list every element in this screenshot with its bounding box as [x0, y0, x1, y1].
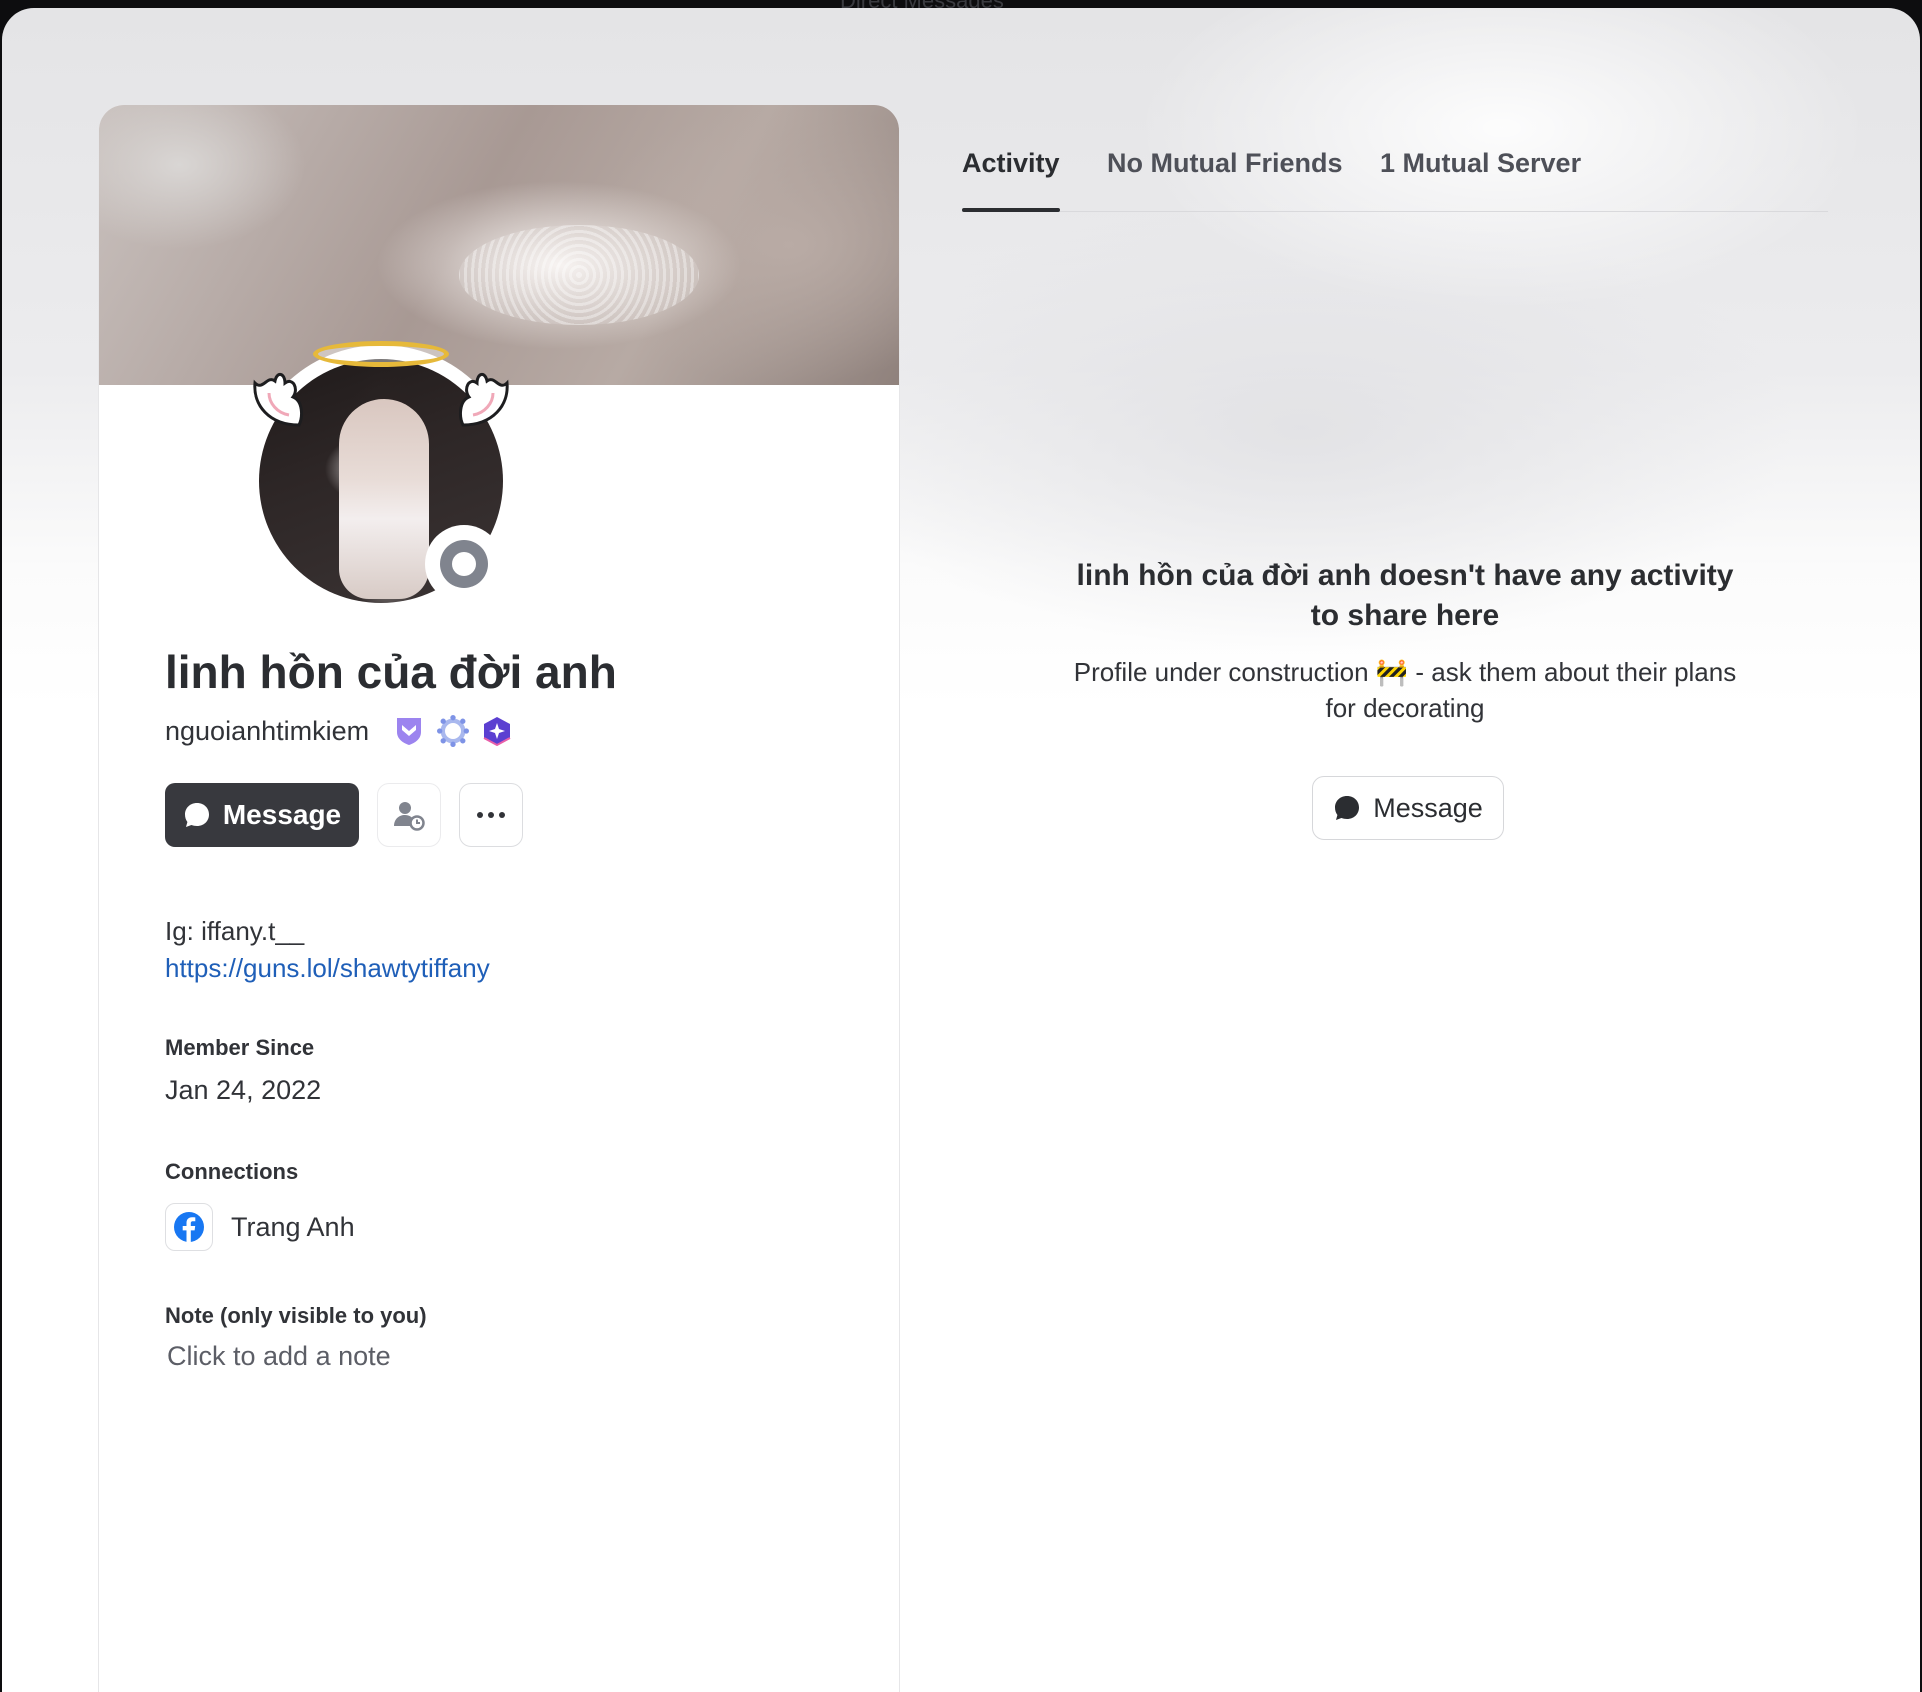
tab-mutual-friends[interactable]: No Mutual Friends — [1107, 148, 1343, 212]
display-name: linh hồn của đời anh — [165, 646, 617, 698]
chat-bubble-icon — [1335, 796, 1360, 820]
profile-card: linh hồn của đời anh nguoianhtimkiem Mes… — [98, 104, 900, 1692]
connections-label: Connections — [165, 1159, 299, 1184]
offline-status-icon — [440, 540, 488, 588]
bio-link[interactable]: https://guns.lol/shawtytiffany — [165, 950, 490, 987]
avatar-container[interactable] — [245, 341, 517, 617]
wing-left-icon — [253, 373, 303, 427]
username-row: nguoianhtimkiem — [165, 711, 513, 751]
wing-right-icon — [459, 373, 509, 427]
more-options-button[interactable] — [459, 783, 523, 847]
member-since-value: Jan 24, 2022 — [165, 1075, 322, 1105]
facebook-icon — [174, 1212, 204, 1242]
quest-badge-icon[interactable] — [437, 715, 470, 747]
empty-state-title: linh hồn của đời anh doesn't have any ac… — [1076, 559, 1734, 632]
facebook-connection-box — [165, 1203, 213, 1251]
bio: Ig: iffany.t__ https://guns.lol/shawtyti… — [165, 913, 490, 987]
friend-pending-icon — [394, 802, 425, 831]
ellipsis-icon — [477, 812, 505, 818]
add-friend-pending-button[interactable] — [377, 783, 441, 847]
banner-decoration — [459, 225, 699, 325]
profile-modal: linh hồn của đời anh nguoianhtimkiem Mes… — [2, 8, 1920, 1692]
profile-banner — [99, 105, 899, 385]
nitro-badge-icon[interactable] — [481, 715, 513, 747]
avatar-figure — [339, 399, 429, 599]
note-label: Note (only visible to you) — [165, 1303, 427, 1328]
window-titlebar: Direct Messages — [0, 0, 1922, 13]
profile-tabs: Activity No Mutual Friends 1 Mutual Serv… — [962, 148, 1828, 212]
connection-item[interactable]: Trang Anh — [165, 1203, 355, 1251]
activity-empty-state: linh hồn của đời anh doesn't have any ac… — [1062, 556, 1748, 726]
message-button-label: Message — [222, 799, 342, 830]
chat-bubble-icon — [184, 803, 209, 827]
halo-decoration-icon — [313, 341, 449, 367]
tab-activity[interactable]: Activity — [962, 148, 1060, 212]
hypesquad-badge-icon[interactable] — [393, 715, 425, 747]
note-input[interactable]: Click to add a note — [167, 1341, 391, 1372]
status-indicator — [425, 525, 503, 603]
username[interactable]: nguoianhtimkiem — [165, 716, 369, 747]
member-since-label: Member Since — [165, 1035, 315, 1060]
activity-message-label: Message — [1373, 792, 1483, 823]
badge-list — [393, 715, 513, 747]
tab-mutual-servers[interactable]: 1 Mutual Server — [1380, 148, 1581, 212]
empty-state-subtitle: Profile under construction 🚧 - ask them … — [1073, 657, 1737, 723]
activity-message-button[interactable]: Message — [1312, 776, 1504, 840]
bio-text: Ig: iffany.t__ — [165, 916, 305, 946]
message-button[interactable]: Message — [165, 783, 359, 847]
connection-name: Trang Anh — [231, 1211, 355, 1242]
